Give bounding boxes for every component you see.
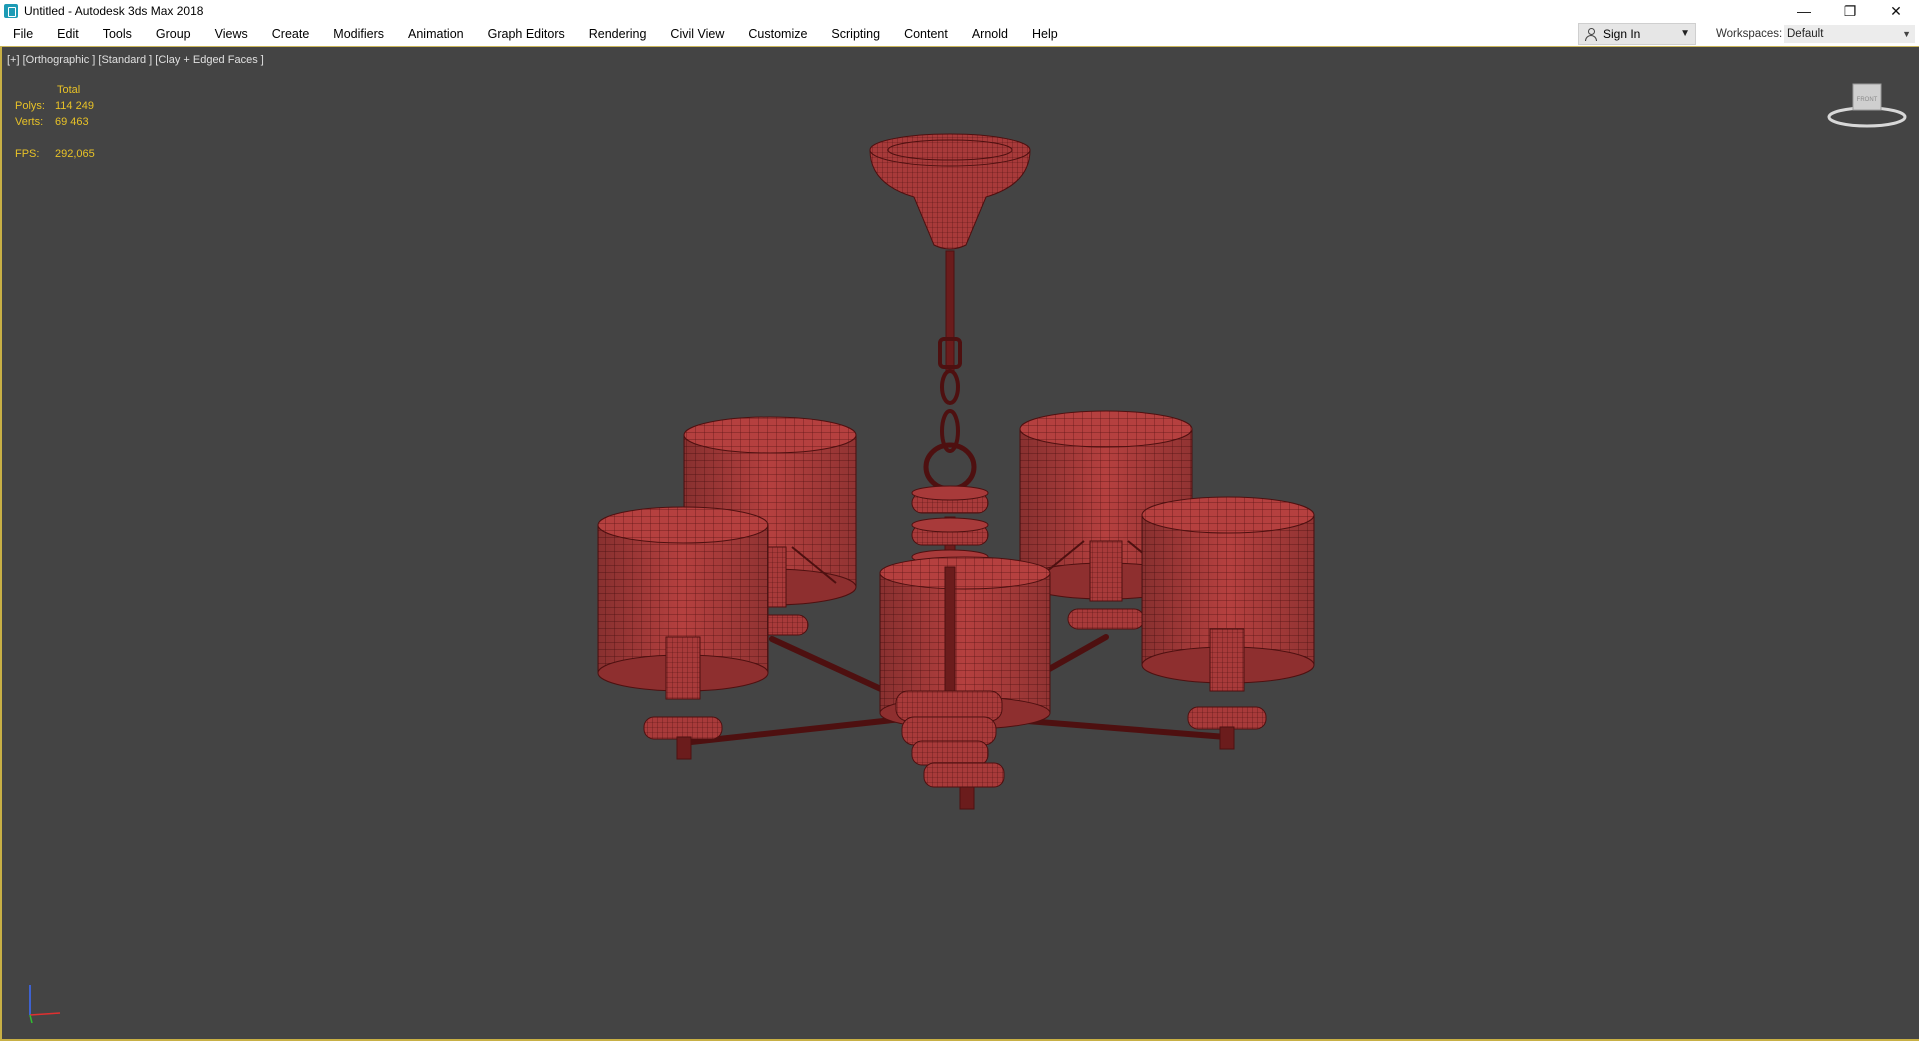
menu-graph-editors[interactable]: Graph Editors [476,22,577,46]
menu-bar: File Edit Tools Group Views Create Modif… [0,22,1919,47]
chain [923,250,977,492]
menu-modifiers[interactable]: Modifiers [321,22,396,46]
column-ring [911,517,989,546]
user-icon [1585,28,1597,41]
app-icon[interactable] [4,4,18,18]
minimize-icon[interactable]: — [1781,0,1827,22]
title-bar: Untitled - Autodesk 3ds Max 2018 — ❐ ✕ [0,0,1919,22]
ceiling-canopy [869,133,1031,250]
close-icon[interactable]: ✕ [1873,0,1919,22]
column-ring [911,485,989,514]
sign-in-button[interactable]: Sign In ▼ [1578,23,1696,45]
menu-help[interactable]: Help [1020,22,1070,46]
menu-edit[interactable]: Edit [45,22,91,46]
menu-create[interactable]: Create [260,22,322,46]
menu-rendering[interactable]: Rendering [577,22,659,46]
workspaces-dropdown[interactable]: Default ▼ [1784,25,1915,43]
lamp-shade [1141,496,1315,750]
menu-content[interactable]: Content [892,22,960,46]
menu-tools[interactable]: Tools [91,22,144,46]
menu-scripting[interactable]: Scripting [819,22,892,46]
menu-customize[interactable]: Customize [736,22,819,46]
menu-civil-view[interactable]: Civil View [658,22,736,46]
workspaces-label: Workspaces: [1716,28,1783,40]
window-controls: — ❐ ✕ [1781,0,1919,22]
window-title: Untitled - Autodesk 3ds Max 2018 [24,4,204,18]
lamp-shade [597,506,769,760]
central-hub [895,690,1005,810]
menu-file[interactable]: File [0,22,45,46]
chevron-down-icon: ▼ [1902,29,1911,39]
menu-group[interactable]: Group [144,22,203,46]
restore-icon[interactable]: ❐ [1827,0,1873,22]
menu-views[interactable]: Views [203,22,260,46]
chandelier-model[interactable] [2,47,1919,1039]
menu-animation[interactable]: Animation [396,22,476,46]
perspective-viewport[interactable]: [+] [Orthographic ] [Standard ] [Clay + … [0,47,1919,1041]
workspaces-value: Default [1787,28,1824,40]
sign-in-label: Sign In [1603,27,1641,41]
chevron-down-icon[interactable]: ▼ [1680,28,1690,39]
menu-arnold[interactable]: Arnold [960,22,1020,46]
